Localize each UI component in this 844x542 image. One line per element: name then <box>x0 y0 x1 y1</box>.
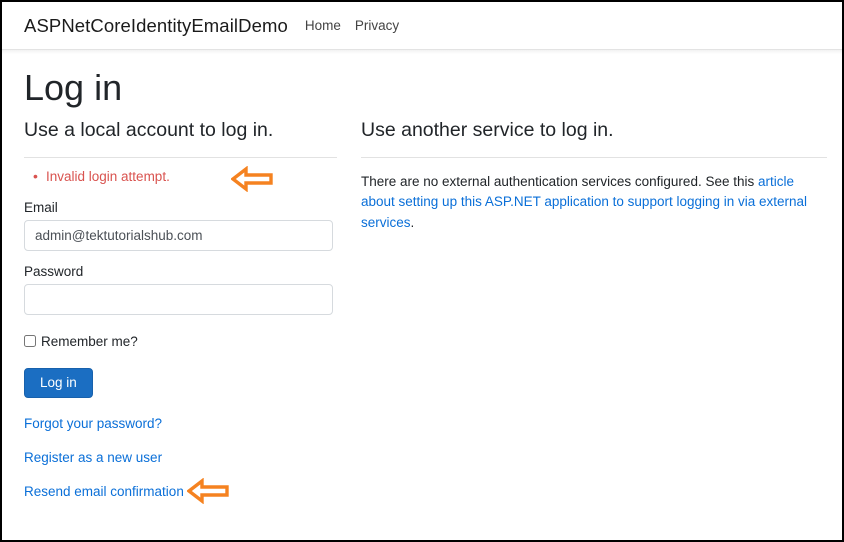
account-links: Forgot your password? Register as a new … <box>24 415 337 505</box>
external-login-divider <box>361 156 827 158</box>
register-row: Register as a new user <box>24 449 337 467</box>
validation-summary: Invalid login attempt. <box>24 165 337 192</box>
remember-me-label: Remember me? <box>41 333 138 349</box>
page-content: Log in Use a local account to log in. In… <box>2 67 842 505</box>
email-field-group: Email <box>24 200 337 251</box>
site-brand[interactable]: ASPNetCoreIdentityEmailDemo <box>24 15 288 37</box>
forgot-password-link[interactable]: Forgot your password? <box>24 416 162 431</box>
resend-email-row: Resend email confirmation <box>24 478 337 505</box>
resend-email-confirmation-link[interactable]: Resend email confirmation <box>24 484 184 499</box>
local-login-divider <box>24 156 337 158</box>
navbar-links: Home Privacy <box>305 18 399 33</box>
validation-error-text: Invalid login attempt. <box>46 168 170 184</box>
external-login-text-suffix: . <box>410 214 415 230</box>
password-label: Password <box>24 263 84 279</box>
nav-link-privacy[interactable]: Privacy <box>355 18 399 33</box>
local-login-column: Use a local account to log in. Invalid l… <box>2 118 337 505</box>
nav-link-home[interactable]: Home <box>305 18 341 33</box>
left-arrow-icon <box>231 165 273 192</box>
password-field-group: Password <box>24 264 337 315</box>
external-login-text-prefix: There are no external authentication ser… <box>361 173 758 189</box>
browser-page: ASPNetCoreIdentityEmailDemo Home Privacy… <box>0 0 844 542</box>
local-login-heading: Use a local account to log in. <box>24 119 274 142</box>
external-login-column: Use another service to log in. There are… <box>337 118 827 501</box>
external-login-heading: Use another service to log in. <box>361 119 614 142</box>
remember-me-row[interactable]: Remember me? <box>24 334 337 349</box>
left-arrow-icon <box>187 478 229 505</box>
site-navbar: ASPNetCoreIdentityEmailDemo Home Privacy <box>2 2 842 50</box>
external-login-paragraph: There are no external authentication ser… <box>361 172 827 234</box>
validation-error-item: Invalid login attempt. <box>33 165 337 192</box>
navbar-shadow <box>2 50 842 54</box>
forgot-password-row: Forgot your password? <box>24 415 337 433</box>
email-label: Email <box>24 199 58 215</box>
login-submit-button[interactable]: Log in <box>24 367 93 399</box>
two-column-layout: Use a local account to log in. Invalid l… <box>2 118 842 505</box>
page-title: Log in <box>24 67 123 108</box>
register-link[interactable]: Register as a new user <box>24 450 162 465</box>
remember-me-checkbox[interactable] <box>24 335 36 348</box>
password-input[interactable] <box>24 283 333 315</box>
email-input[interactable] <box>24 219 333 251</box>
